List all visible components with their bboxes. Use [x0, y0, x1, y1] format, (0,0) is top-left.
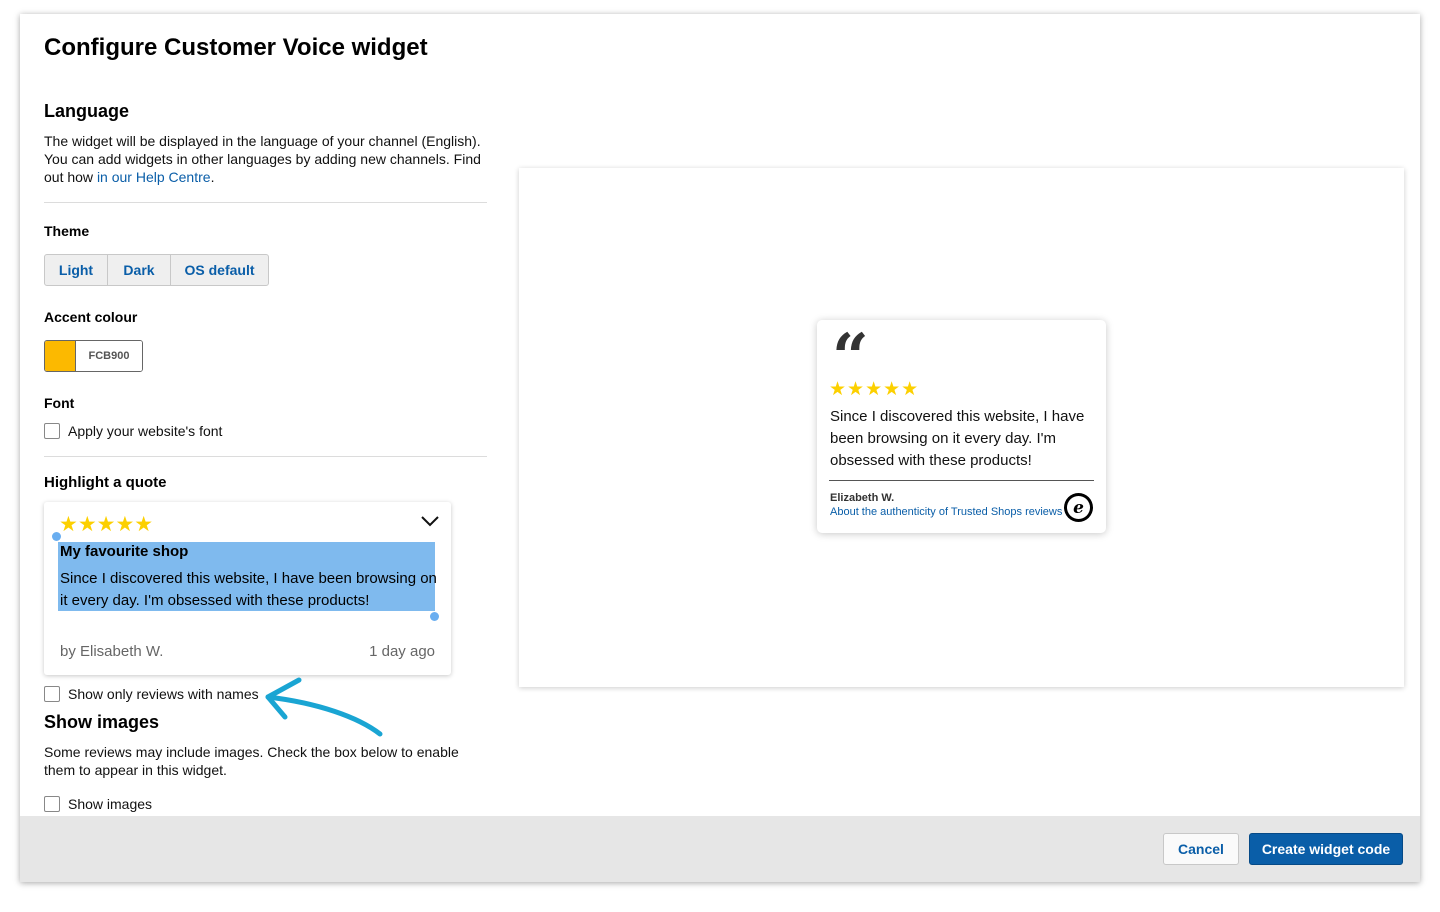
quote-text: Since I discovered this website, I have … — [60, 570, 437, 609]
show-images-option[interactable]: Show images — [44, 796, 152, 812]
selection-start-handle[interactable] — [52, 532, 61, 541]
names-only-checkbox[interactable] — [44, 686, 60, 702]
language-description: The widget will be displayed in the lang… — [44, 133, 481, 185]
chevron-down-icon[interactable] — [421, 514, 439, 528]
preview-author-name: Elizabeth W. — [830, 492, 895, 504]
preview-widget-card: “ ★★★★★ Since I discovered this website,… — [817, 320, 1106, 533]
show-images-checkbox[interactable] — [44, 796, 60, 812]
accent-colour-field[interactable]: FCB900 — [44, 340, 143, 372]
preview-quote-text: Since I discovered this website, I have … — [830, 408, 1085, 469]
preview-divider — [829, 480, 1094, 481]
trusted-shops-authenticity-link[interactable]: About the authenticity of Trusted Shops … — [830, 506, 1062, 518]
configure-widget-dialog: Configure Customer Voice widget Language… — [20, 14, 1420, 882]
divider — [44, 456, 487, 457]
preview-stars: ★★★★★ — [829, 379, 920, 400]
create-widget-code-button[interactable]: Create widget code — [1249, 833, 1403, 865]
apply-font-option[interactable]: Apply your website's font — [44, 423, 222, 439]
show-images-label: Show images — [68, 796, 153, 812]
colour-swatch[interactable] — [45, 341, 76, 371]
quote-author: by Elisabeth W. — [60, 643, 164, 660]
theme-light-option[interactable]: Light — [45, 255, 108, 285]
dialog-title: Configure Customer Voice widget — [44, 34, 428, 61]
colour-hex-value[interactable]: FCB900 — [76, 341, 142, 371]
apply-font-label: Apply your website's font — [68, 423, 223, 439]
names-only-option[interactable]: Show only reviews with names — [44, 686, 259, 702]
quote-time: 1 day ago — [369, 643, 435, 660]
theme-heading: Theme — [44, 223, 90, 239]
divider — [44, 202, 487, 203]
apply-font-checkbox[interactable] — [44, 423, 60, 439]
rating-stars: ★★★★★ — [59, 513, 154, 536]
quote-selector-dropdown[interactable]: ★★★★★ My favourite shop Since I discover… — [44, 502, 451, 675]
help-centre-link[interactable]: in our Help Centre — [97, 169, 211, 185]
font-heading: Font — [44, 395, 75, 411]
theme-os-default-option[interactable]: OS default — [171, 255, 268, 285]
annotation-arrow-icon — [265, 677, 383, 737]
language-heading: Language — [44, 101, 130, 121]
highlight-quote-heading: Highlight a quote — [44, 474, 167, 491]
names-only-label: Show only reviews with names — [68, 686, 259, 702]
cancel-button[interactable]: Cancel — [1163, 833, 1239, 865]
widget-preview-panel: “ ★★★★★ Since I discovered this website,… — [519, 168, 1404, 687]
theme-dark-option[interactable]: Dark — [108, 255, 171, 285]
selection-end-handle[interactable] — [430, 612, 439, 621]
show-images-description: Some reviews may include images. Check t… — [44, 744, 459, 778]
show-images-heading: Show images — [44, 712, 160, 732]
trusted-shops-logo-icon: e — [1064, 493, 1093, 522]
theme-selector: Light Dark OS default — [44, 254, 269, 286]
quote-title: My favourite shop — [60, 543, 189, 560]
dialog-footer: Cancel Create widget code — [20, 816, 1420, 882]
accent-colour-heading: Accent colour — [44, 309, 138, 325]
